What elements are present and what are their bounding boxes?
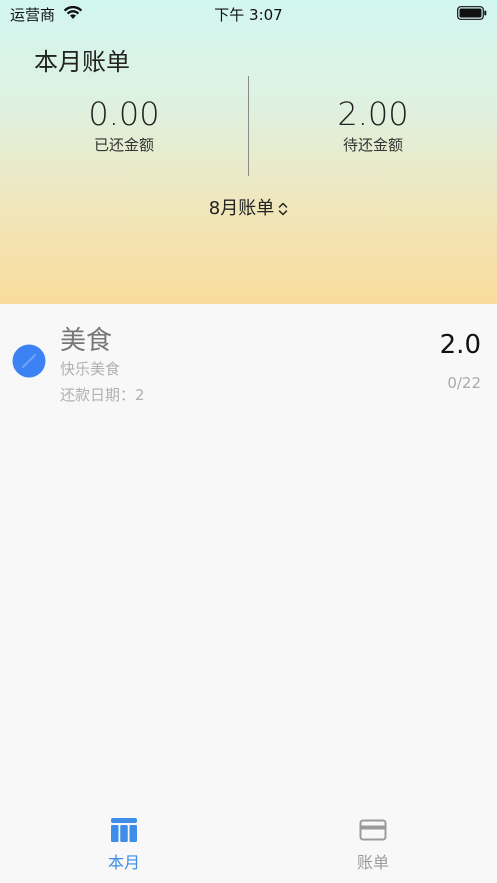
category-dot-icon — [12, 344, 46, 378]
status-bar: 运营商 下午 3:07 — [0, 0, 497, 28]
bill-list: 美食 快乐美食 还款日期：2 2.0 0/22 — [0, 304, 497, 414]
clock: 下午 3:07 — [214, 6, 283, 24]
bill-due-date: 还款日期：2 — [60, 384, 145, 405]
bill-title: 美食 — [60, 326, 113, 356]
pending-amount-value: 2.00 — [337, 95, 409, 133]
month-selector-label: 8月账单 — [208, 198, 275, 219]
pending-amount-label: 待还金额 — [342, 136, 403, 154]
month-selector[interactable]: 8月账单 — [0, 194, 497, 220]
bill-amount: 2.0 — [439, 330, 481, 360]
bill-subtitle: 快乐美食 — [60, 360, 121, 378]
summary-panel: 0.00 已还金额 2.00 待还金额 — [0, 76, 497, 176]
paid-amount-value: 0.00 — [88, 95, 160, 133]
bill-progress: 0/22 — [447, 374, 481, 392]
calendar-table-icon — [111, 818, 137, 842]
tab-bills-label: 账单 — [356, 853, 389, 872]
paid-amount-block: 0.00 已还金额 — [0, 94, 248, 156]
page-title: 本月账单 — [34, 48, 130, 76]
tab-bills[interactable]: 账单 — [249, 799, 497, 883]
bill-due-date-label: 还款日期： — [60, 386, 136, 404]
bill-list-item[interactable]: 美食 快乐美食 还款日期：2 2.0 0/22 — [0, 304, 497, 414]
chevron-up-down-icon — [278, 202, 288, 216]
bill-due-date-value: 2 — [135, 386, 145, 404]
tab-this-month-label: 本月 — [107, 853, 140, 872]
header: 运营商 下午 3:07 本月账单 0.00 已还金额 2.00 待还金额 8月账… — [0, 0, 497, 304]
battery-icon — [457, 6, 487, 20]
tab-bar: 本月 账单 — [0, 799, 497, 883]
tab-this-month[interactable]: 本月 — [0, 799, 248, 883]
pending-amount-block: 2.00 待还金额 — [249, 94, 497, 156]
credit-card-icon — [359, 819, 387, 841]
paid-amount-label: 已还金额 — [93, 136, 154, 154]
